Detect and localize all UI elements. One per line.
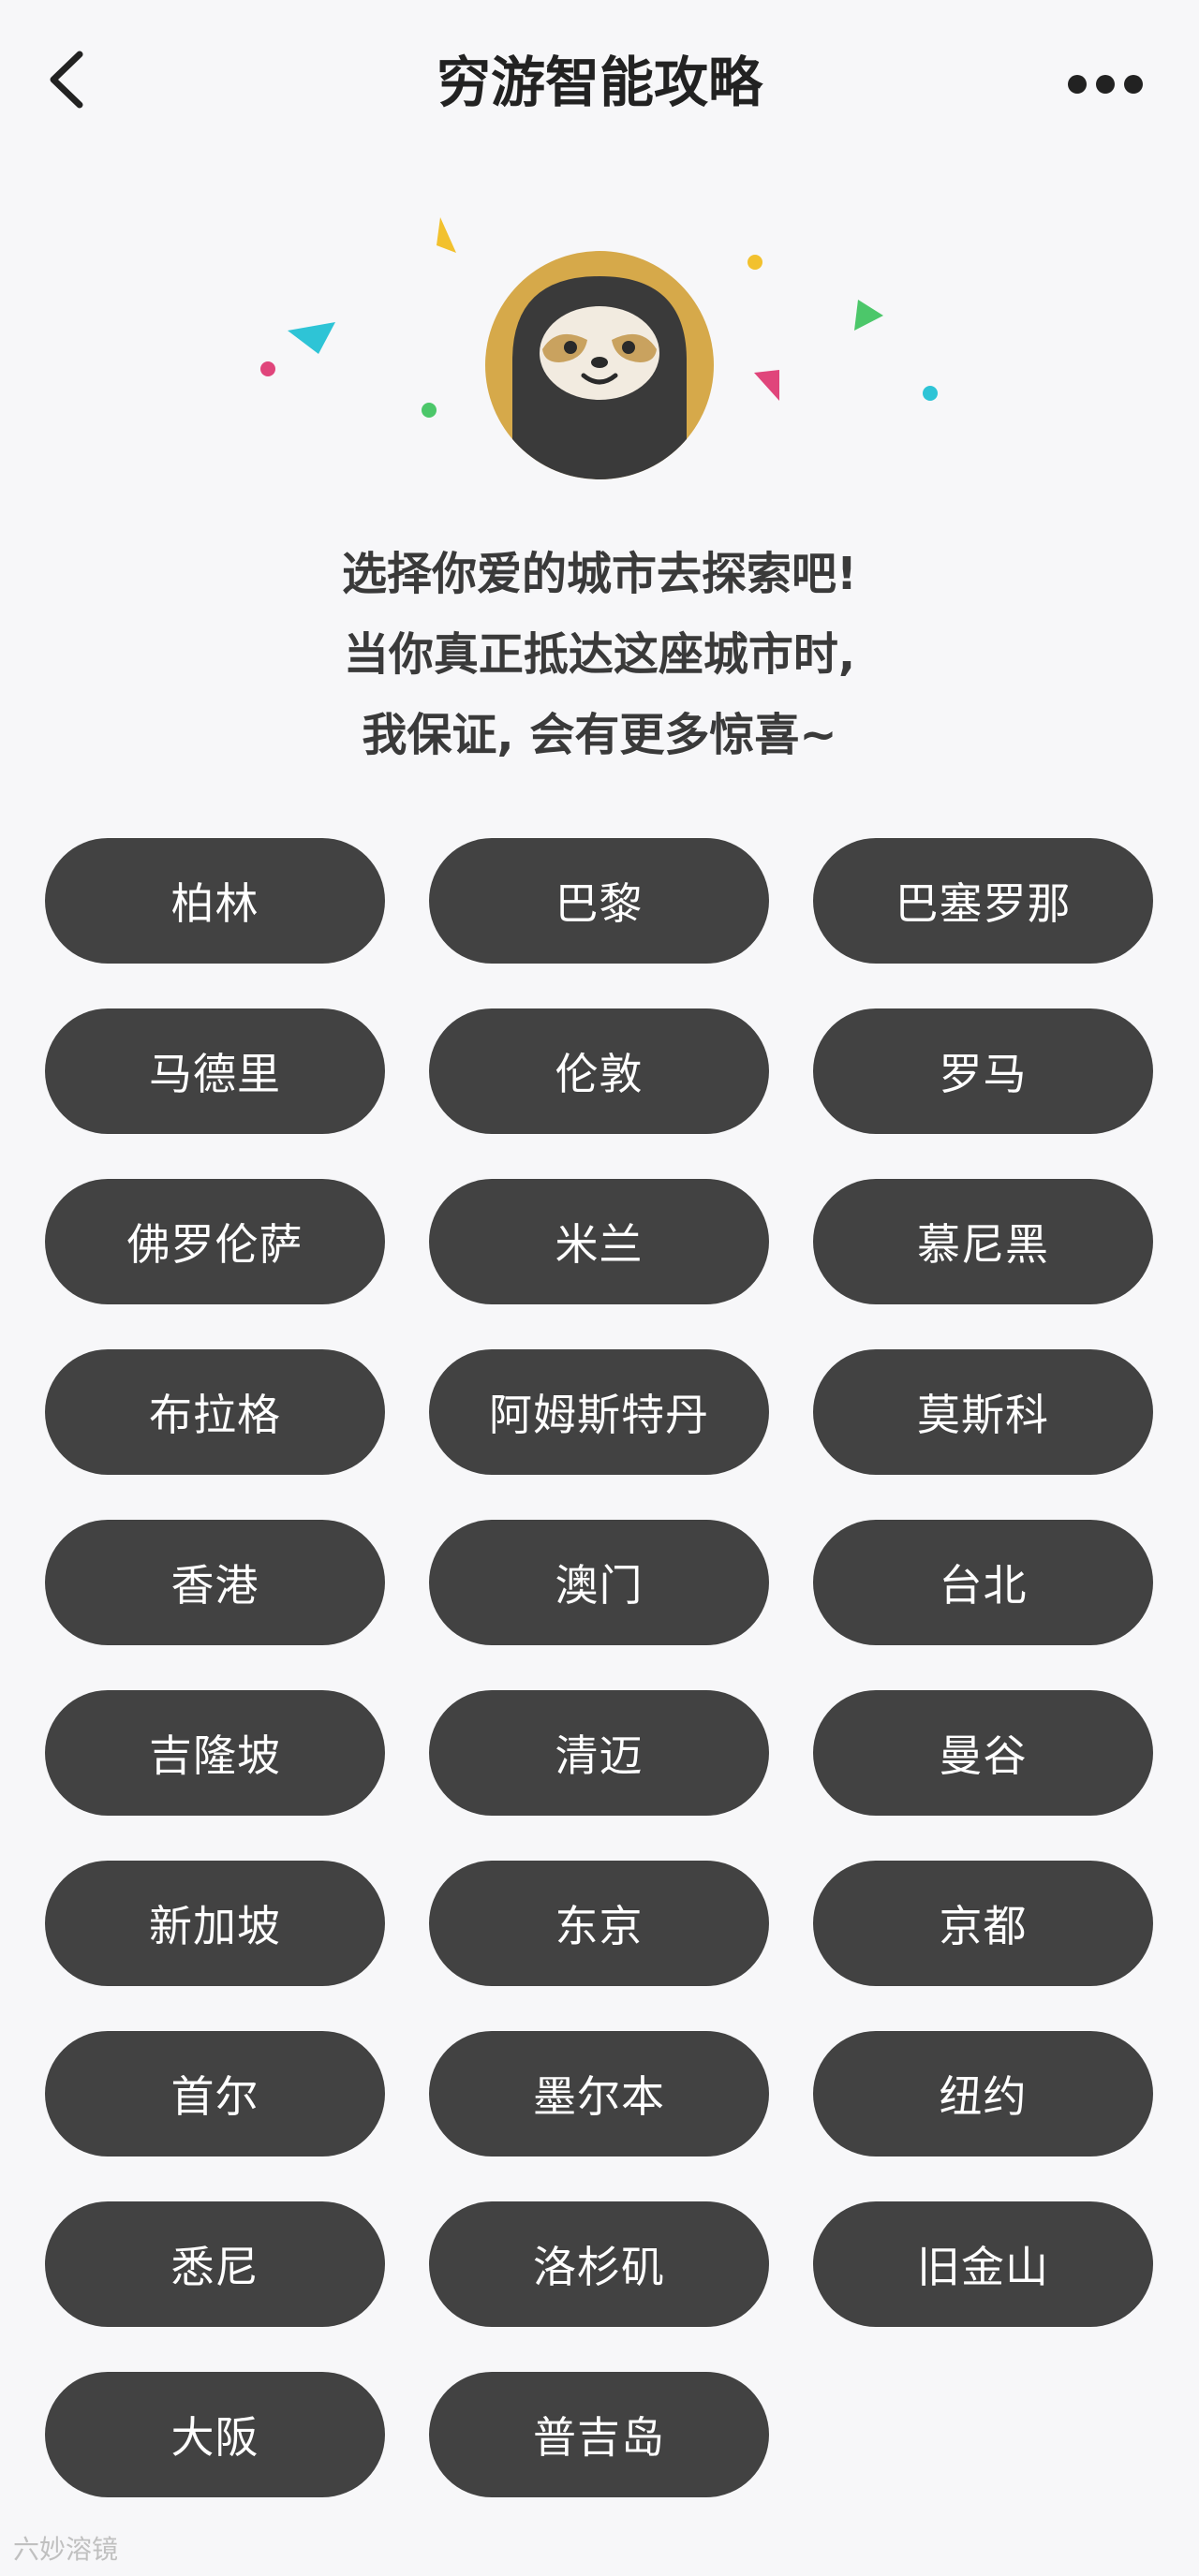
city-button-london[interactable]: 伦敦 — [429, 1008, 769, 1134]
city-button-new-york[interactable]: 纽约 — [813, 2031, 1153, 2156]
watermark-text: 六妙溶镜 — [13, 2534, 119, 2565]
intro-line-2: 当你真正抵达这座城市时, — [343, 628, 856, 681]
city-button-bangkok[interactable]: 曼谷 — [813, 1690, 1153, 1816]
more-dots-icon — [1068, 75, 1143, 94]
intro-text: 选择你爱的城市去探索吧! 当你真正抵达这座城市时, 我保证, 会有更多惊喜~ — [0, 534, 1199, 775]
sloth-mascot-avatar — [485, 251, 714, 479]
city-button-taipei[interactable]: 台北 — [813, 1520, 1153, 1645]
city-button-amsterdam[interactable]: 阿姆斯特丹 — [429, 1349, 769, 1475]
page-title: 穷游智能攻略 — [436, 51, 762, 114]
city-button-melbourne[interactable]: 墨尔本 — [429, 2031, 769, 2156]
more-button[interactable] — [1058, 52, 1152, 117]
city-button-madrid[interactable]: 马德里 — [45, 1008, 385, 1134]
city-button-florence[interactable]: 佛罗伦萨 — [45, 1179, 385, 1304]
city-button-kuala-lumpur[interactable]: 吉隆坡 — [45, 1690, 385, 1816]
city-button-los-angeles[interactable]: 洛杉矶 — [429, 2201, 769, 2327]
city-button-seoul[interactable]: 首尔 — [45, 2031, 385, 2156]
city-button-san-francisco[interactable]: 旧金山 — [813, 2201, 1153, 2327]
city-button-milan[interactable]: 米兰 — [429, 1179, 769, 1304]
hero-illustration — [0, 197, 1199, 496]
intro-line-1: 选择你爱的城市去探索吧! — [342, 548, 857, 600]
watermark: 六妙溶镜 — [13, 2529, 118, 2567]
city-button-singapore[interactable]: 新加坡 — [45, 1861, 385, 1986]
city-button-moscow[interactable]: 莫斯科 — [813, 1349, 1153, 1475]
city-button-munich[interactable]: 慕尼黑 — [813, 1179, 1153, 1304]
city-button-berlin[interactable]: 柏林 — [45, 838, 385, 964]
city-button-chiang-mai[interactable]: 清迈 — [429, 1690, 769, 1816]
city-button-phuket[interactable]: 普吉岛 — [429, 2372, 769, 2497]
city-button-grid: 柏林 巴黎 巴塞罗那 马德里 伦敦 罗马 佛罗伦萨 米兰 慕尼黑 布拉格 阿姆斯… — [45, 838, 1154, 2497]
city-button-paris[interactable]: 巴黎 — [429, 838, 769, 964]
city-button-prague[interactable]: 布拉格 — [45, 1349, 385, 1475]
city-button-osaka[interactable]: 大阪 — [45, 2372, 385, 2497]
city-button-hong-kong[interactable]: 香港 — [45, 1520, 385, 1645]
navigation-bar: 穷游智能攻略 — [0, 0, 1199, 159]
city-button-rome[interactable]: 罗马 — [813, 1008, 1153, 1134]
city-button-sydney[interactable]: 悉尼 — [45, 2201, 385, 2327]
city-button-kyoto[interactable]: 京都 — [813, 1861, 1153, 1986]
city-button-barcelona[interactable]: 巴塞罗那 — [813, 838, 1153, 964]
city-button-tokyo[interactable]: 东京 — [429, 1861, 769, 1986]
intro-line-3: 我保证, 会有更多惊喜~ — [362, 709, 837, 761]
city-button-macau[interactable]: 澳门 — [429, 1520, 769, 1645]
